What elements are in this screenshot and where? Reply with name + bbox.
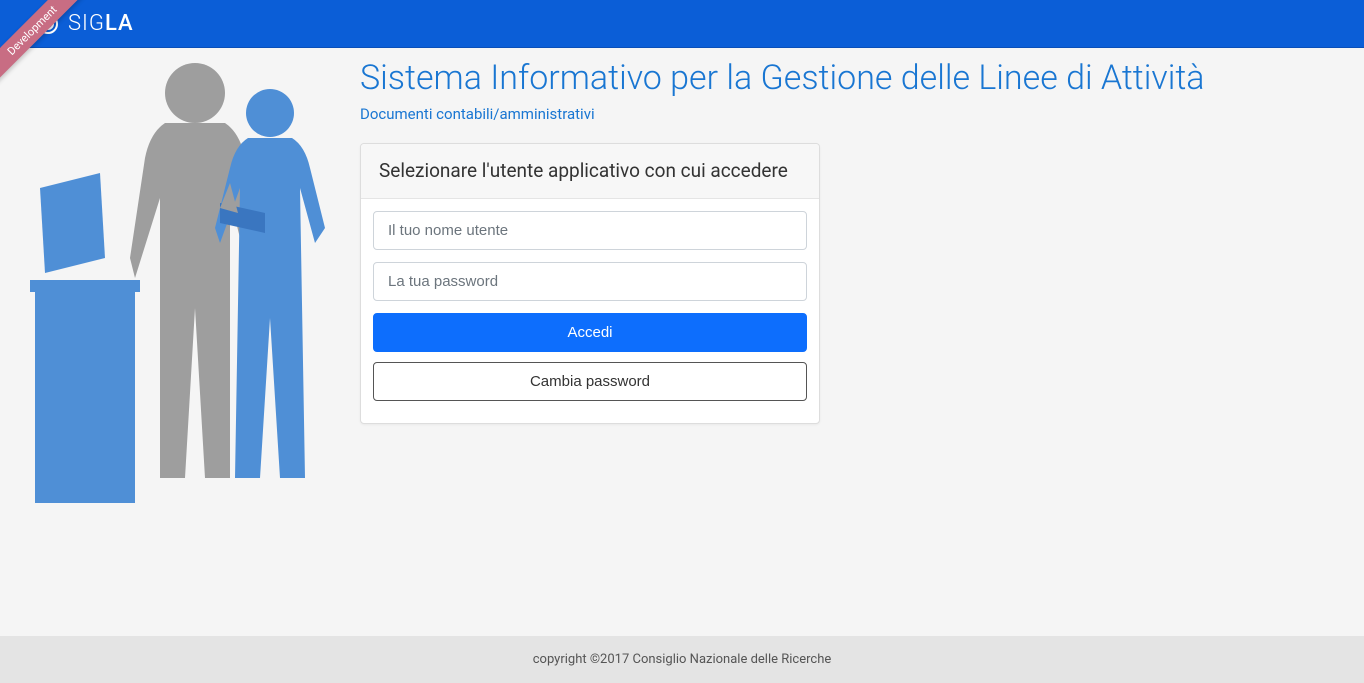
illustration-panel bbox=[20, 58, 330, 508]
login-button[interactable]: Accedi bbox=[373, 313, 807, 352]
login-card: Selezionare l'utente applicativo con cui… bbox=[360, 143, 820, 425]
page-subtitle: Documenti contabili/amministrativi bbox=[360, 105, 1260, 123]
people-illustration-icon bbox=[20, 58, 330, 508]
login-heading: Selezionare l'utente applicativo con cui… bbox=[379, 158, 801, 185]
main-content: Sistema Informativo per la Gestione dell… bbox=[0, 48, 1364, 636]
password-input[interactable] bbox=[373, 262, 807, 301]
copyright-text: copyright ©2017 Consiglio Nazionale dell… bbox=[533, 652, 832, 667]
app-header: SIGLA bbox=[0, 0, 1364, 48]
username-input[interactable] bbox=[373, 211, 807, 250]
page-title: Sistema Informativo per la Gestione dell… bbox=[360, 58, 1260, 99]
brand-text: SIGLA bbox=[68, 11, 134, 36]
login-card-body: Accedi Cambia password bbox=[361, 199, 819, 423]
change-password-button[interactable]: Cambia password bbox=[373, 362, 807, 401]
login-card-header: Selezionare l'utente applicativo con cui… bbox=[361, 144, 819, 200]
page-footer: copyright ©2017 Consiglio Nazionale dell… bbox=[0, 636, 1364, 683]
content-area: Sistema Informativo per la Gestione dell… bbox=[360, 58, 1260, 616]
